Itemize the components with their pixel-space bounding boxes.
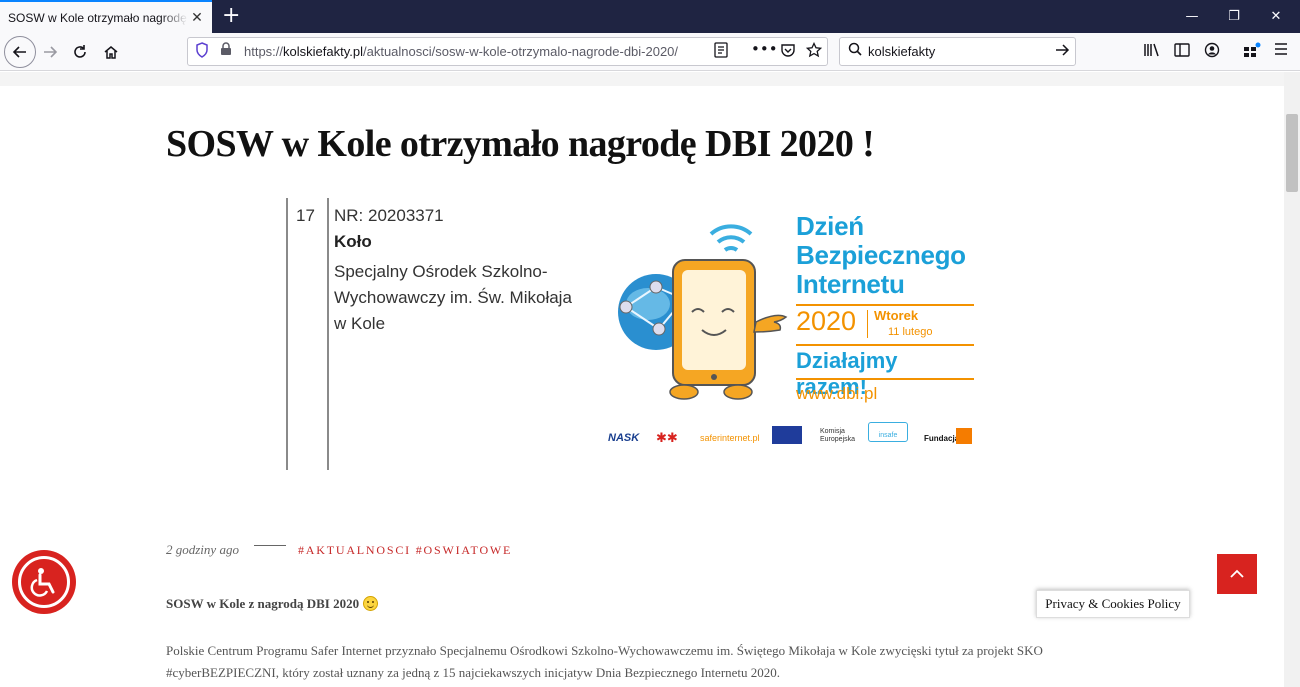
url-path: /aktualnosci/sosw-w-kole-otrzymalo-nagro… (363, 44, 679, 59)
extensions-icon[interactable] (1243, 42, 1261, 62)
reload-icon[interactable] (64, 36, 96, 68)
orange-logo-icon (956, 428, 972, 444)
dbi-date: 11 lutego (888, 326, 933, 338)
dbi-title: Dzień Bezpiecznego Internetu (796, 212, 966, 299)
divider (254, 545, 286, 546)
divider (327, 198, 329, 470)
entry-nr: NR: 20203371 (334, 206, 444, 225)
nask-logo: NASK (608, 432, 640, 444)
close-icon[interactable]: ✕ (188, 9, 206, 26)
tab-bar: SOSW w Kole otrzymało nagrodę DBI 2020 !… (0, 0, 1300, 33)
divider (867, 310, 868, 338)
search-bar[interactable]: kolskiefakty (839, 37, 1076, 66)
search-icon (848, 42, 862, 60)
entry-number: 17 (296, 206, 315, 225)
wheelchair-icon (18, 556, 70, 608)
tab-title: SOSW w Kole otrzymało nagrodę DBI 2020 ! (8, 10, 188, 25)
post-date: 2 godziny ago (166, 542, 239, 557)
article-paragraph: Polskie Centrum Programu Safer Internet … (166, 643, 1043, 680)
insafe-logo: insafe (868, 422, 908, 442)
dbi-title-line: Dzień (796, 211, 864, 241)
library-icon[interactable] (1143, 42, 1161, 62)
sidebar-icon[interactable] (1174, 42, 1190, 62)
shield-icon[interactable] (195, 42, 209, 62)
pocket-icon[interactable] (780, 42, 796, 62)
tab-active[interactable]: SOSW w Kole otrzymało nagrodę DBI 2020 !… (0, 0, 212, 33)
article-title: SOSW w Kole otrzymało nagrodę DBI 2020 ! (166, 123, 875, 165)
tablet-mascot-icon (618, 224, 788, 400)
reader-view-icon[interactable] (714, 42, 728, 62)
smiley-icon (363, 596, 379, 611)
lead-text: SOSW w Kole z nagrodą DBI 2020 (166, 596, 360, 611)
url-prefix: https:// (244, 44, 284, 59)
chevron-up-icon (1230, 569, 1244, 578)
menu-icon[interactable] (1274, 42, 1288, 60)
eu-commission-label: Komisja Europejska (820, 428, 856, 443)
account-icon[interactable] (1204, 42, 1220, 62)
divider (796, 378, 974, 380)
more-icon[interactable]: ••• (751, 40, 778, 58)
bookmark-star-icon[interactable] (805, 41, 823, 62)
dbi-title-line: Bezpiecznego (796, 240, 966, 270)
lock-icon[interactable] (220, 42, 232, 60)
entry-school: Specjalny Ośrodek Szkolno-Wychowawczy im… (334, 262, 572, 333)
header-strip (0, 72, 1284, 86)
scrollbar-thumb[interactable] (1286, 114, 1298, 192)
search-input[interactable]: kolskiefakty (868, 44, 935, 59)
dbi-year: 2020 (796, 306, 857, 336)
divider (796, 344, 974, 346)
go-arrow-icon[interactable] (1054, 42, 1070, 62)
dbi-url: www.dbi.pl (796, 384, 878, 403)
article-lead: SOSW w Kole z nagrodą DBI 2020 (166, 596, 379, 612)
saferinternet-logo: saferinternet.pl (700, 433, 760, 443)
back-icon[interactable] (4, 36, 36, 68)
new-tab-icon[interactable]: + (222, 4, 240, 28)
dbi-day: Wtorek (874, 308, 919, 323)
home-icon[interactable] (95, 36, 127, 68)
window-close-icon[interactable]: ✕ (1252, 0, 1300, 33)
privacy-cookies-button[interactable]: Privacy & Cookies Policy (1036, 590, 1190, 618)
minimize-icon[interactable]: — (1168, 0, 1216, 33)
back-to-top-button[interactable] (1217, 554, 1257, 594)
dbi-title-line: Internetu (796, 269, 905, 299)
forward-icon[interactable] (34, 36, 66, 68)
entry-city: Koło (334, 232, 372, 251)
accessibility-button[interactable] (12, 550, 76, 614)
article-hero-image: 17 NR: 20203371 Koło Specjalny Ośrodek S… (284, 198, 974, 472)
children-icon: ✱✱ (656, 430, 678, 445)
post-tags[interactable]: #AKTUALNOSCI #OSWIATOWE (298, 543, 512, 558)
restore-icon[interactable]: ❐ (1210, 0, 1258, 33)
divider (286, 198, 288, 470)
nav-bar: https://kolskiefakty.pl/aktualnosci/sosw… (0, 33, 1300, 71)
eu-flag-icon (772, 426, 802, 444)
url-text[interactable]: https://kolskiefakty.pl/aktualnosci/sosw… (244, 44, 678, 59)
sponsor-logos: NASK ✱✱ saferinternet.pl Komisja Europej… (606, 422, 976, 450)
url-domain: kolskiefakty.pl (283, 44, 363, 59)
url-bar[interactable]: https://kolskiefakty.pl/aktualnosci/sosw… (187, 37, 828, 66)
fundacja-logo: Fundacja (924, 434, 960, 443)
